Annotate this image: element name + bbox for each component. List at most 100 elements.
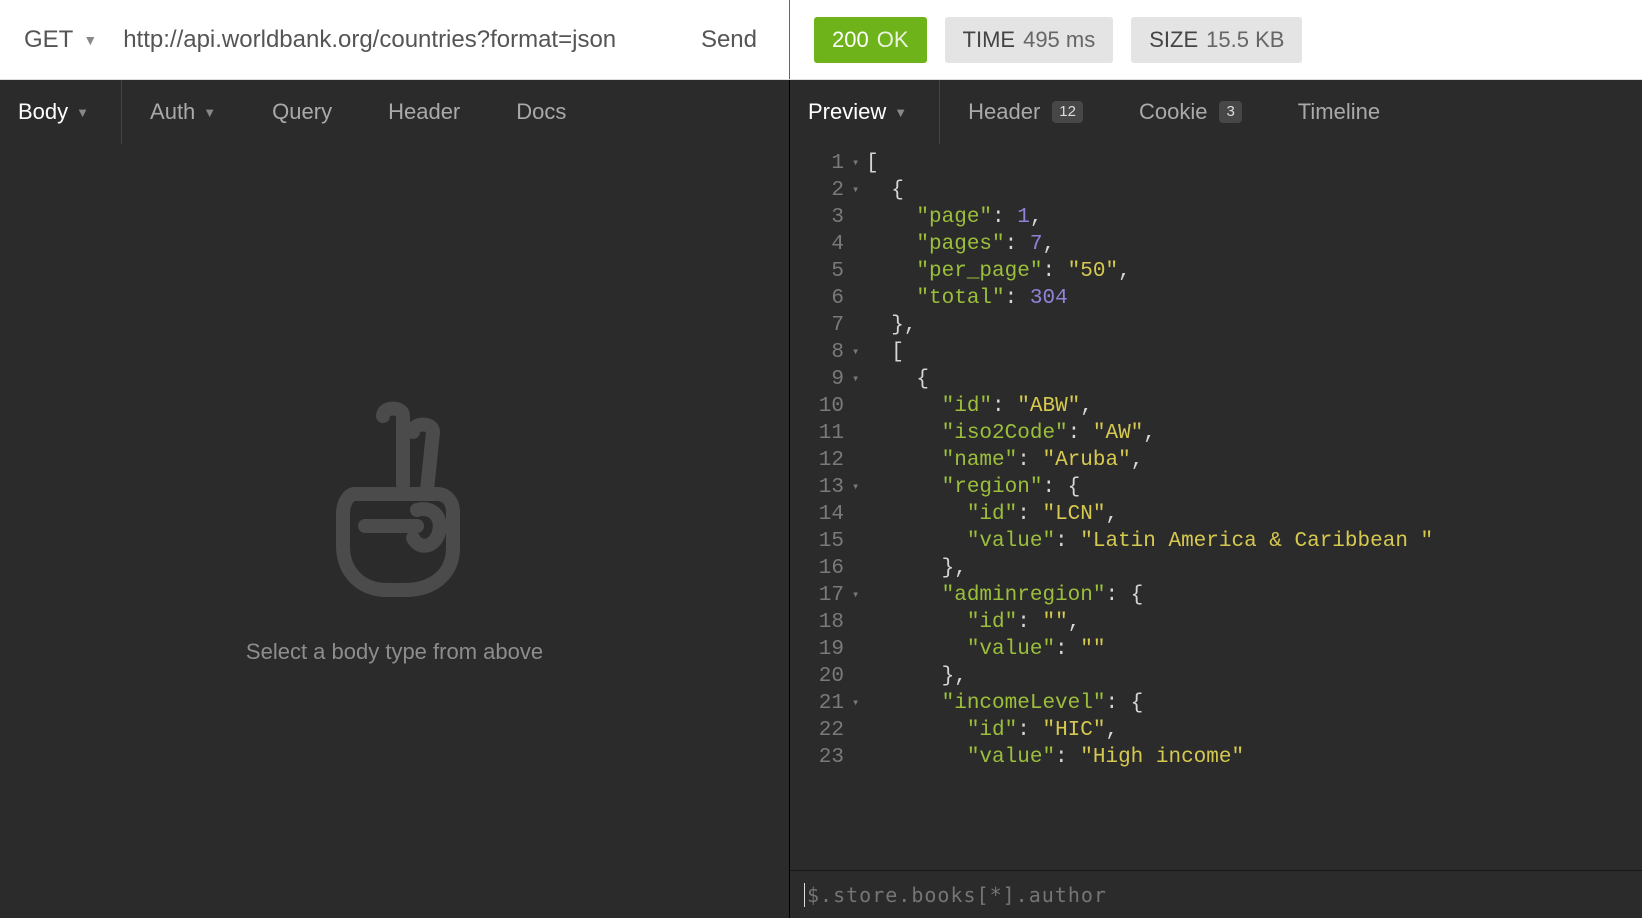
fold-toggle-icon[interactable]: ▾ — [852, 177, 866, 204]
json-line[interactable]: 13▾ "region": { — [790, 474, 1642, 501]
line-number: 17 — [790, 582, 852, 609]
cookie-count-badge: 3 — [1219, 101, 1241, 123]
json-line[interactable]: 2▾ { — [790, 177, 1642, 204]
code-content: }, — [866, 555, 1642, 582]
tab-header[interactable]: Header — [360, 80, 488, 144]
json-line[interactable]: 16 }, — [790, 555, 1642, 582]
line-number: 5 — [790, 258, 852, 285]
json-line[interactable]: 11 "iso2Code": "AW", — [790, 420, 1642, 447]
code-content: [ — [866, 339, 1642, 366]
tab-query[interactable]: Query — [244, 80, 360, 144]
size-badge: SIZE 15.5 KB — [1131, 17, 1302, 63]
code-content: "id": "ABW", — [866, 393, 1642, 420]
code-content: "total": 304 — [866, 285, 1642, 312]
line-number: 21 — [790, 690, 852, 717]
line-number: 9 — [790, 366, 852, 393]
response-tabs: Preview ▼ Header 12 Cookie 3 Timeline — [790, 80, 1642, 144]
json-viewer[interactable]: 1▾[2▾ {3 "page": 1,4 "pages": 7,5 "per_p… — [790, 144, 1642, 870]
response-meta-bar: 200 OK TIME 495 ms SIZE 15.5 KB — [790, 0, 1642, 79]
tab-body-label: Body — [18, 99, 68, 125]
text-cursor-icon — [804, 883, 805, 907]
size-label: SIZE — [1149, 27, 1198, 53]
fold-toggle-icon — [852, 555, 866, 582]
url-input[interactable] — [115, 26, 693, 54]
request-bar: GET ▼ Send 200 OK TIME 495 ms SIZE 15.5 … — [0, 0, 1642, 80]
time-label: TIME — [963, 27, 1016, 53]
size-value: 15.5 KB — [1206, 27, 1284, 53]
line-number: 11 — [790, 420, 852, 447]
json-line[interactable]: 21▾ "incomeLevel": { — [790, 690, 1642, 717]
tab-response-header[interactable]: Header 12 — [940, 80, 1111, 144]
peace-hand-icon — [305, 398, 485, 603]
header-count-badge: 12 — [1052, 101, 1083, 123]
json-line[interactable]: 14 "id": "LCN", — [790, 501, 1642, 528]
json-line[interactable]: 23 "value": "High income" — [790, 744, 1642, 771]
fold-toggle-icon[interactable]: ▾ — [852, 582, 866, 609]
code-content: "name": "Aruba", — [866, 447, 1642, 474]
json-line[interactable]: 9▾ { — [790, 366, 1642, 393]
tab-body[interactable]: Body ▼ — [0, 80, 122, 144]
jsonpath-input[interactable] — [807, 883, 1628, 907]
line-number: 13 — [790, 474, 852, 501]
json-line[interactable]: 17▾ "adminregion": { — [790, 582, 1642, 609]
chevron-down-icon: ▼ — [203, 105, 216, 120]
json-line[interactable]: 5 "per_page": "50", — [790, 258, 1642, 285]
fold-toggle-icon — [852, 285, 866, 312]
line-number: 3 — [790, 204, 852, 231]
code-content: "per_page": "50", — [866, 258, 1642, 285]
fold-toggle-icon — [852, 258, 866, 285]
json-line[interactable]: 18 "id": "", — [790, 609, 1642, 636]
json-line[interactable]: 10 "id": "ABW", — [790, 393, 1642, 420]
chevron-down-icon: ▼ — [76, 105, 89, 120]
json-line[interactable]: 6 "total": 304 — [790, 285, 1642, 312]
send-button[interactable]: Send — [693, 26, 765, 54]
tab-preview[interactable]: Preview ▼ — [790, 80, 940, 144]
fold-toggle-icon[interactable]: ▾ — [852, 474, 866, 501]
fold-toggle-icon[interactable]: ▾ — [852, 690, 866, 717]
request-tabs: Body ▼ Auth ▼ Query Header Docs — [0, 80, 789, 144]
tab-timeline-label: Timeline — [1298, 99, 1380, 125]
json-line[interactable]: 20 }, — [790, 663, 1642, 690]
json-line[interactable]: 15 "value": "Latin America & Caribbean " — [790, 528, 1642, 555]
tab-timeline[interactable]: Timeline — [1270, 80, 1408, 144]
code-content: "pages": 7, — [866, 231, 1642, 258]
json-line[interactable]: 22 "id": "HIC", — [790, 717, 1642, 744]
tab-cookie[interactable]: Cookie 3 — [1111, 80, 1270, 144]
fold-toggle-icon — [852, 204, 866, 231]
json-line[interactable]: 7 }, — [790, 312, 1642, 339]
fold-toggle-icon — [852, 312, 866, 339]
fold-toggle-icon — [852, 528, 866, 555]
line-number: 1 — [790, 150, 852, 177]
fold-toggle-icon — [852, 231, 866, 258]
tab-query-label: Query — [272, 99, 332, 125]
json-line[interactable]: 8▾ [ — [790, 339, 1642, 366]
code-content: "iso2Code": "AW", — [866, 420, 1642, 447]
line-number: 19 — [790, 636, 852, 663]
tab-docs[interactable]: Docs — [488, 80, 594, 144]
fold-toggle-icon[interactable]: ▾ — [852, 366, 866, 393]
status-code: 200 — [832, 27, 869, 53]
code-content: "adminregion": { — [866, 582, 1642, 609]
code-content: "value": "Latin America & Caribbean " — [866, 528, 1642, 555]
json-line[interactable]: 12 "name": "Aruba", — [790, 447, 1642, 474]
json-line[interactable]: 1▾[ — [790, 150, 1642, 177]
line-number: 20 — [790, 663, 852, 690]
json-line[interactable]: 3 "page": 1, — [790, 204, 1642, 231]
fold-toggle-icon — [852, 663, 866, 690]
main-area: Body ▼ Auth ▼ Query Header Docs — [0, 80, 1642, 918]
line-number: 10 — [790, 393, 852, 420]
tab-response-header-label: Header — [968, 99, 1040, 125]
fold-toggle-icon[interactable]: ▾ — [852, 150, 866, 177]
jsonpath-bar — [790, 870, 1642, 918]
fold-toggle-icon — [852, 609, 866, 636]
line-number: 6 — [790, 285, 852, 312]
request-pane: Body ▼ Auth ▼ Query Header Docs — [0, 80, 790, 918]
line-number: 22 — [790, 717, 852, 744]
tab-auth[interactable]: Auth ▼ — [122, 80, 244, 144]
code-content: }, — [866, 663, 1642, 690]
status-text: OK — [877, 27, 909, 53]
http-method-dropdown[interactable]: GET ▼ — [24, 26, 115, 54]
json-line[interactable]: 4 "pages": 7, — [790, 231, 1642, 258]
json-line[interactable]: 19 "value": "" — [790, 636, 1642, 663]
fold-toggle-icon[interactable]: ▾ — [852, 339, 866, 366]
